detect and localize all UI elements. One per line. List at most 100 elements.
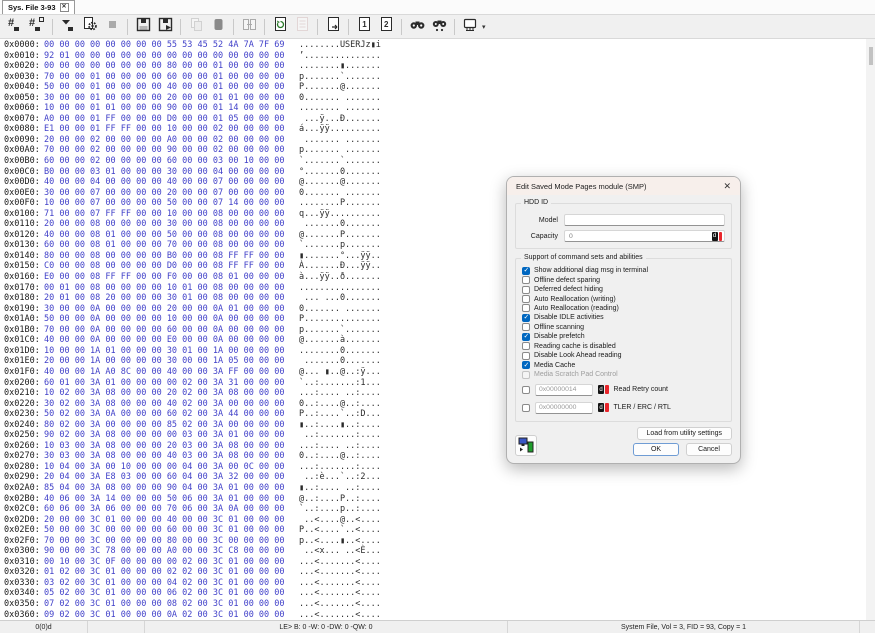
row-ascii[interactable]: ..<x... ..<È... [299,546,381,557]
row-hex-bytes[interactable]: 50 00 00 0A 00 00 00 00 10 00 00 0A 00 0… [44,314,288,325]
row-hex-bytes[interactable]: 40 00 00 1A A0 8C 00 00 40 00 00 3A FF 0… [44,367,288,378]
row-hex-bytes[interactable]: 20 00 00 02 00 00 00 00 A0 00 00 02 00 0… [44,135,288,146]
capacity-field[interactable]: 0 d [564,230,725,242]
hex-row[interactable]: 0x0340:05 02 00 3C 01 00 00 00 06 02 00 … [0,588,866,599]
row-hex-bytes[interactable]: 10 03 00 3A 08 00 00 00 20 03 00 3A 08 0… [44,441,288,452]
row-hex-bytes[interactable]: 90 00 00 3C 78 00 00 00 A0 00 00 3C C8 0… [44,546,288,557]
row-ascii[interactable]: ........P....... [299,198,381,209]
row-ascii[interactable]: ...:.... ..:.... [299,441,381,452]
hex-row[interactable]: 0x0360:09 02 00 3C 01 00 00 00 0A 02 00 … [0,610,866,620]
row-hex-bytes[interactable]: 30 00 00 0A 00 00 00 00 20 00 00 0A 01 0… [44,304,288,315]
hex-row[interactable]: 0x00C0:B0 00 00 03 01 00 00 00 30 00 00 … [0,167,866,178]
row-ascii[interactable]: P..<....`..<.... [299,525,381,536]
row-hex-bytes[interactable]: 50 00 00 3C 00 00 00 00 60 00 00 3C 01 0… [44,525,288,536]
hex-row[interactable]: 0x0030:70 00 00 01 00 00 00 00 60 00 00 … [0,72,866,83]
row-ascii[interactable]: @.......@....... [299,177,381,188]
row-hex-bytes[interactable]: 00 01 00 08 00 00 00 00 10 01 00 08 00 0… [44,283,288,294]
row-ascii[interactable]: P............... [299,314,381,325]
row-hex-bytes[interactable]: 20 04 00 3A E8 03 00 00 60 04 00 3A 32 0… [44,472,288,483]
row-ascii[interactable]: q...ÿÿ.......... [299,209,381,220]
row-ascii[interactable]: °.......0....... [299,167,381,178]
row-hex-bytes[interactable]: B0 00 00 03 01 00 00 00 30 00 00 04 00 0… [44,167,288,178]
checkbox[interactable] [522,276,530,284]
row-ascii[interactable]: á...ÿÿ.......... [299,124,381,135]
row-hex-bytes[interactable]: 10 00 00 1A 01 00 00 00 30 01 00 1A 00 0… [44,346,288,357]
row-hex-bytes[interactable]: 10 02 00 3A 08 00 00 00 20 02 00 3A 08 0… [44,388,288,399]
row-ascii[interactable]: ...<.......<.... [299,588,381,599]
row-ascii[interactable]: .......0....... [299,356,381,367]
row-ascii[interactable]: P.......@....... [299,82,381,93]
dec-hex-toggle-icon[interactable]: d [598,403,609,412]
checkbox-row[interactable]: Deferred defect hiding [522,285,725,294]
row-hex-bytes[interactable]: 70 00 00 01 00 00 00 00 60 00 00 01 00 0… [44,72,288,83]
doc-1-button[interactable]: 1 [353,17,375,37]
row-hex-bytes[interactable]: 60 06 00 3A 06 00 00 00 70 06 00 3A 0A 0… [44,504,288,515]
row-hex-bytes[interactable]: 70 00 00 0A 00 00 00 00 60 00 00 0A 00 0… [44,325,288,336]
model-field[interactable] [564,214,725,226]
row-hex-bytes[interactable]: 20 00 00 1A 00 00 00 00 30 00 00 1A 05 0… [44,356,288,367]
hex-value-field[interactable]: 0x00000000 [535,402,593,414]
row-hex-bytes[interactable]: 00 00 00 00 00 00 00 00 80 00 00 01 00 0… [44,61,288,72]
hex-row[interactable]: 0x0090:20 00 00 02 00 00 00 00 A0 00 00 … [0,135,866,146]
address-add-button[interactable]: # [26,17,48,37]
row-hex-bytes[interactable]: 30 03 00 3A 08 00 00 00 40 03 00 3A 08 0… [44,451,288,462]
hex-row[interactable]: 0x0290:20 04 00 3A E8 03 00 00 60 04 00 … [0,472,866,483]
dec-hex-toggle-icon[interactable]: d [598,385,609,394]
dialog-close-icon[interactable]: ✕ [723,182,731,191]
row-hex-bytes[interactable]: 30 00 00 07 00 00 00 00 20 00 00 07 00 0… [44,188,288,199]
row-ascii[interactable]: @.......P....... [299,230,381,241]
row-ascii[interactable]: ...<.......<.... [299,578,381,589]
row-hex-bytes[interactable]: 70 00 00 02 00 00 00 00 90 00 00 02 00 0… [44,145,288,156]
row-ascii[interactable]: `..:.......:1... [299,378,381,389]
row-ascii[interactable]: ....... ....... [299,135,381,146]
hex-row[interactable]: 0x02C0:60 06 00 3A 06 00 00 00 70 06 00 … [0,504,866,515]
load-from-utility-settings-button[interactable]: Load from utility settings [637,427,732,440]
row-hex-bytes[interactable]: 60 01 00 3A 01 00 00 00 00 02 00 3A 31 0… [44,378,288,389]
row-hex-bytes[interactable]: 60 00 00 02 00 00 00 00 60 00 00 03 00 1… [44,156,288,167]
checkbox-row[interactable]: Auto Reallocation (writing) [522,294,725,303]
row-hex-bytes[interactable]: 20 00 00 3C 01 00 00 00 40 00 00 3C 01 0… [44,515,288,526]
hex-row[interactable]: 0x0000:00 00 00 00 00 00 00 00 55 53 45 … [0,40,866,51]
row-hex-bytes[interactable]: 00 10 00 3C 0F 00 00 00 00 02 00 3C 01 0… [44,557,288,568]
row-ascii[interactable]: ’............... [299,51,381,62]
row-hex-bytes[interactable]: 60 00 00 08 01 00 00 00 70 00 00 08 00 0… [44,240,288,251]
row-hex-bytes[interactable]: A0 00 00 01 FF 00 00 00 D0 00 00 01 05 0… [44,114,288,125]
row-hex-bytes[interactable]: 05 02 00 3C 01 00 00 00 06 02 00 3C 01 0… [44,588,288,599]
row-ascii[interactable]: À.......Ð...ÿÿ.. [299,261,381,272]
hex-row[interactable]: 0x0320:01 02 00 3C 01 00 00 00 02 02 00 … [0,567,866,578]
checkbox[interactable] [522,267,530,275]
hex-row[interactable]: 0x0080:E1 00 00 01 FF FF 00 00 10 00 00 … [0,124,866,135]
row-hex-bytes[interactable]: 40 00 00 08 01 00 00 00 50 00 00 08 00 0… [44,230,288,241]
checkbox[interactable] [522,361,530,369]
checkbox-row[interactable]: Disable prefetch [522,332,725,341]
checkbox[interactable] [522,404,530,412]
checkbox-row[interactable]: Auto Reallocation (reading) [522,304,725,313]
row-ascii[interactable]: ................ [299,283,381,294]
checkbox[interactable] [522,304,530,312]
row-hex-bytes[interactable]: 80 00 00 08 00 00 00 00 B0 00 00 08 FF F… [44,251,288,262]
scrollbar-thumb[interactable] [869,47,873,65]
hex-row[interactable]: 0x02B0:40 06 00 3A 14 00 00 00 50 06 00 … [0,494,866,505]
row-hex-bytes[interactable]: 92 01 00 00 00 00 00 00 00 00 00 00 00 0… [44,51,288,62]
row-ascii[interactable]: ...<.......<.... [299,610,381,620]
hex-value-field[interactable]: 0x00000014 [535,384,593,396]
hex-row[interactable]: 0x0040:50 00 00 01 00 00 00 00 40 00 00 … [0,82,866,93]
checkbox[interactable] [522,333,530,341]
load-from-terminal-button[interactable] [515,435,537,456]
row-hex-bytes[interactable]: 10 00 00 01 01 00 00 00 90 00 00 01 14 0… [44,103,288,114]
drive-menu-button[interactable] [459,17,481,37]
row-hex-bytes[interactable]: 09 02 00 3C 01 00 00 00 0A 02 00 3C 01 0… [44,610,288,620]
hex-row[interactable]: 0x00A0:70 00 00 02 00 00 00 00 90 00 00 … [0,145,866,156]
checkbox-row[interactable]: Disable Look Ahead reading [522,351,725,360]
row-ascii[interactable]: p....... ....... [299,145,381,156]
hex-row[interactable]: 0x0050:30 00 00 01 00 00 00 00 20 00 00 … [0,93,866,104]
row-ascii[interactable]: 0....... ....... [299,93,381,104]
cancel-button[interactable]: Cancel [686,443,732,456]
checkbox-row[interactable]: Reading cache is disabled [522,342,725,351]
row-ascii[interactable]: `..:....p..:.... [299,504,381,515]
row-hex-bytes[interactable]: 20 00 00 08 00 00 00 00 30 00 00 08 00 0… [44,219,288,230]
row-hex-bytes[interactable]: 00 00 00 00 00 00 00 00 55 53 45 52 4A 7… [44,40,288,51]
row-hex-bytes[interactable]: C0 00 00 08 00 00 00 00 D0 00 00 08 FF F… [44,261,288,272]
checkbox[interactable] [522,342,530,350]
settings-button[interactable] [79,17,101,37]
